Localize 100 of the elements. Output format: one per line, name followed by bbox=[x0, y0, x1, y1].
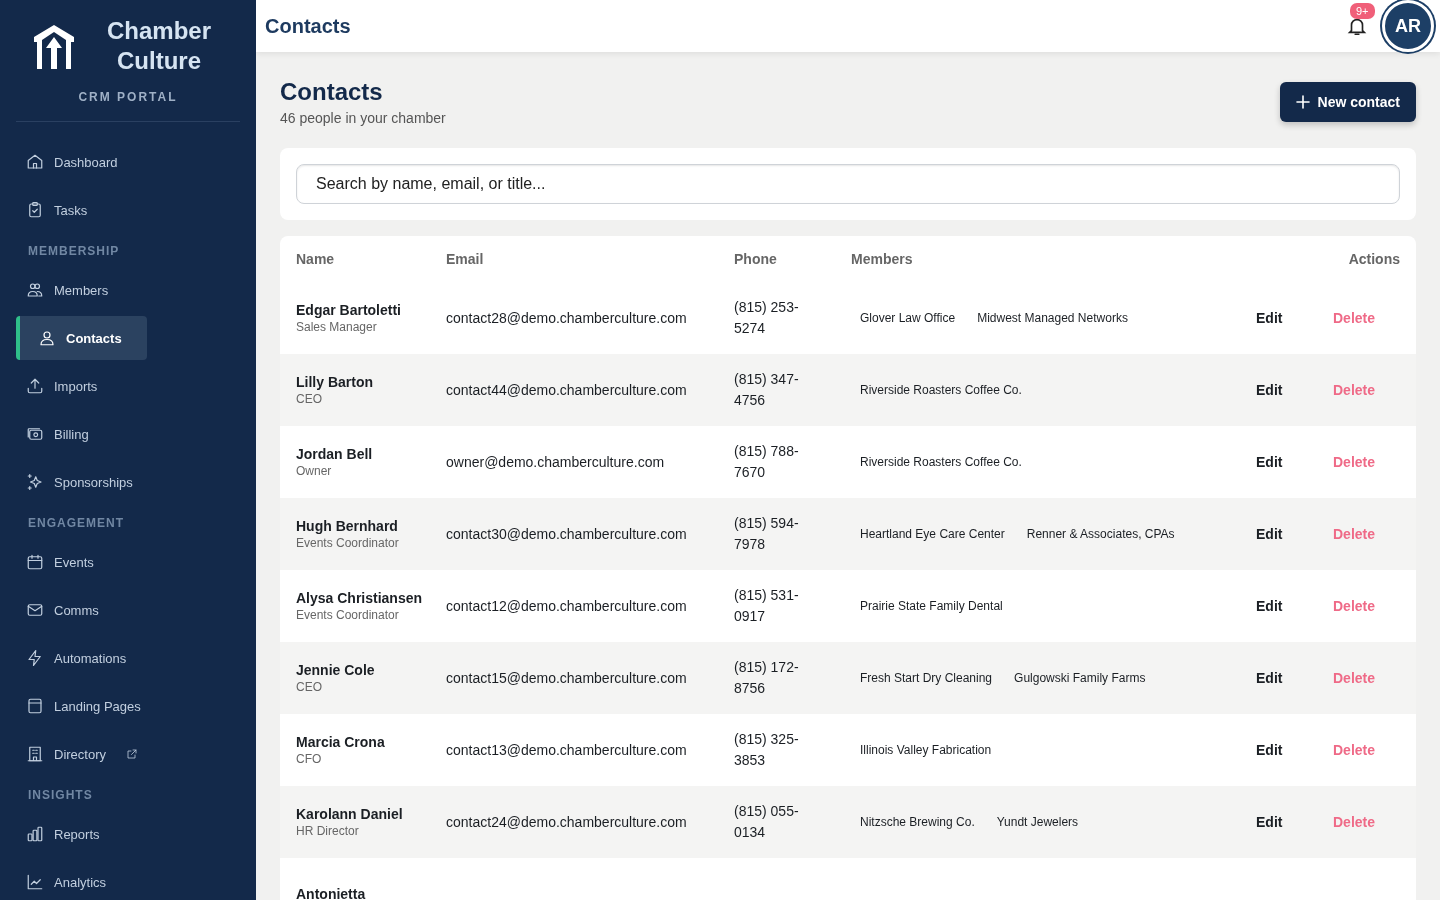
member-name: Renner & Associates, CPAs bbox=[1026, 527, 1175, 541]
contact-name: Lilly Barton bbox=[296, 374, 374, 390]
contact-title: CEO bbox=[296, 392, 323, 406]
new-contact-button[interactable]: New contact bbox=[1279, 82, 1416, 122]
nav-item[interactable]: Analytics bbox=[16, 860, 147, 900]
search-field[interactable]: Search by name, email, or title... bbox=[296, 164, 1400, 204]
member-name: Gulgowski Family Farms bbox=[1014, 671, 1146, 685]
contact-name: Karolann Daniel bbox=[296, 806, 404, 822]
email-text: contact24@demo.chamberculture.com bbox=[446, 814, 687, 830]
email-text: contact30@demo.chamberculture.com bbox=[446, 526, 687, 542]
phone-text: (815) 347-4756 bbox=[734, 370, 800, 410]
banknote-icon bbox=[26, 425, 44, 443]
column-header: Email bbox=[446, 251, 485, 267]
email-text: contact15@demo.chamberculture.com bbox=[446, 670, 687, 686]
nav-item[interactable]: Landing Pages bbox=[16, 684, 147, 728]
phone-text: (815) 055-0134 bbox=[734, 802, 800, 842]
contact-title: Owner bbox=[296, 464, 333, 478]
person-icon bbox=[38, 329, 56, 347]
phone-text: (815) 788-7670 bbox=[734, 442, 800, 482]
contact-name: Antonietta bbox=[296, 886, 367, 900]
page-title: Contacts bbox=[280, 78, 384, 106]
building-icon bbox=[26, 745, 44, 763]
line-chart-icon bbox=[26, 873, 44, 891]
phone-text: (815) 172-8756 bbox=[734, 658, 800, 698]
email-text: contact44@demo.chamberculture.com bbox=[446, 382, 687, 398]
nav-item[interactable]: Reports bbox=[16, 812, 147, 856]
contact-name: Edgar Bartoletti bbox=[296, 302, 402, 318]
calendar-icon bbox=[26, 553, 44, 571]
nav-item[interactable]: Imports bbox=[16, 364, 147, 408]
nav-item[interactable]: Contacts bbox=[16, 316, 147, 360]
member-name: Yundt Jewelers bbox=[996, 815, 1079, 829]
member-name: Heartland Eye Care Center bbox=[860, 527, 1005, 541]
contact-title: CEO bbox=[296, 680, 323, 694]
edit-link[interactable]: Edit bbox=[1256, 814, 1333, 830]
nav-item[interactable]: Comms bbox=[16, 588, 147, 632]
brand-name: Chamber Culture bbox=[106, 16, 212, 76]
user-avatar[interactable]: AR bbox=[1382, 0, 1434, 52]
contact-title: Events Coordinator bbox=[296, 536, 400, 550]
contact-name: Alysa Christiansen bbox=[296, 590, 424, 606]
member-name: Riverside Roasters Coffee Co. bbox=[860, 455, 1022, 469]
nav-item[interactable]: Billing bbox=[16, 412, 147, 456]
column-header: Name bbox=[296, 251, 336, 267]
edit-link[interactable]: Edit bbox=[1256, 670, 1333, 686]
member-name: Prairie State Family Dental bbox=[860, 599, 1003, 613]
contact-name: Hugh Bernhard bbox=[296, 518, 399, 534]
email-text: owner@demo.chamberculture.com bbox=[446, 454, 665, 470]
email-text: contact28@demo.chamberculture.com bbox=[446, 310, 687, 326]
window-icon bbox=[26, 697, 44, 715]
nav-item[interactable]: Members bbox=[16, 268, 147, 312]
section-heading: ENGAGEMENT bbox=[27, 515, 125, 532]
nav-item[interactable]: Dashboard bbox=[16, 140, 147, 184]
nav-item[interactable]: Sponsorships bbox=[16, 460, 147, 504]
member-name: Riverside Roasters Coffee Co. bbox=[860, 383, 1022, 397]
member-name: Nitzsche Brewing Co. bbox=[860, 815, 975, 829]
member-name: Glover Law Office bbox=[860, 311, 956, 325]
bar-chart-icon bbox=[26, 825, 44, 843]
nav-item[interactable]: Events bbox=[16, 540, 147, 584]
home-icon bbox=[26, 153, 44, 171]
nav-item[interactable]: Tasks bbox=[16, 188, 147, 232]
logo-icon bbox=[32, 23, 76, 69]
plus-icon bbox=[1295, 95, 1310, 109]
sparkle-icon bbox=[26, 473, 44, 491]
edit-link[interactable]: Edit bbox=[1256, 382, 1333, 398]
member-name: Midwest Managed Networks bbox=[977, 311, 1128, 325]
phone-text: (815) 594-7978 bbox=[734, 514, 800, 554]
contact-title: Events Coordinator bbox=[296, 608, 400, 622]
nav-item[interactable]: Automations bbox=[16, 636, 147, 680]
page-subtitle: 46 people in your chamber bbox=[280, 110, 446, 126]
lightning-icon bbox=[26, 649, 44, 667]
section-heading: INSIGHTS bbox=[27, 787, 94, 804]
contact-name: Jordan Bell bbox=[296, 446, 374, 462]
envelope-icon bbox=[26, 601, 44, 619]
contact-title: CFO bbox=[296, 752, 323, 766]
clipboard-icon bbox=[26, 201, 44, 219]
column-header: Phone bbox=[734, 251, 778, 267]
member-name: Fresh Start Dry Cleaning bbox=[860, 671, 993, 685]
phone-text: (815) 325-3853 bbox=[734, 730, 800, 770]
column-header: Actions bbox=[1347, 251, 1400, 267]
contact-name: Jennie Cole bbox=[296, 662, 376, 678]
email-text: contact13@demo.chamberculture.com bbox=[446, 742, 687, 758]
contact-name: Marcia Crona bbox=[296, 734, 386, 750]
edit-link[interactable]: Edit bbox=[1256, 742, 1333, 758]
contact-title: HR Director bbox=[296, 824, 360, 838]
portal-label: CRM PORTAL bbox=[77, 90, 179, 104]
page-header-title: Contacts bbox=[265, 14, 352, 38]
phone-text: (815) 531-0917 bbox=[734, 586, 800, 626]
upload-icon bbox=[26, 377, 44, 395]
edit-link[interactable]: Edit bbox=[1256, 598, 1333, 614]
people-icon bbox=[26, 281, 44, 299]
column-header: Members bbox=[851, 251, 914, 267]
nav-item[interactable]: Directory bbox=[16, 732, 147, 776]
edit-link[interactable]: Edit bbox=[1256, 526, 1333, 542]
edit-link[interactable]: Edit bbox=[1256, 310, 1333, 326]
section-heading: MEMBERSHIP bbox=[27, 243, 121, 260]
member-name: Illinois Valley Fabrication bbox=[860, 743, 992, 757]
phone-text: (815) 253-5274 bbox=[734, 298, 800, 338]
notification-badge: 9+ bbox=[1350, 3, 1375, 19]
email-text: contact12@demo.chamberculture.com bbox=[446, 598, 687, 614]
edit-link[interactable]: Edit bbox=[1256, 454, 1333, 470]
contact-title: Sales Manager bbox=[296, 320, 378, 334]
